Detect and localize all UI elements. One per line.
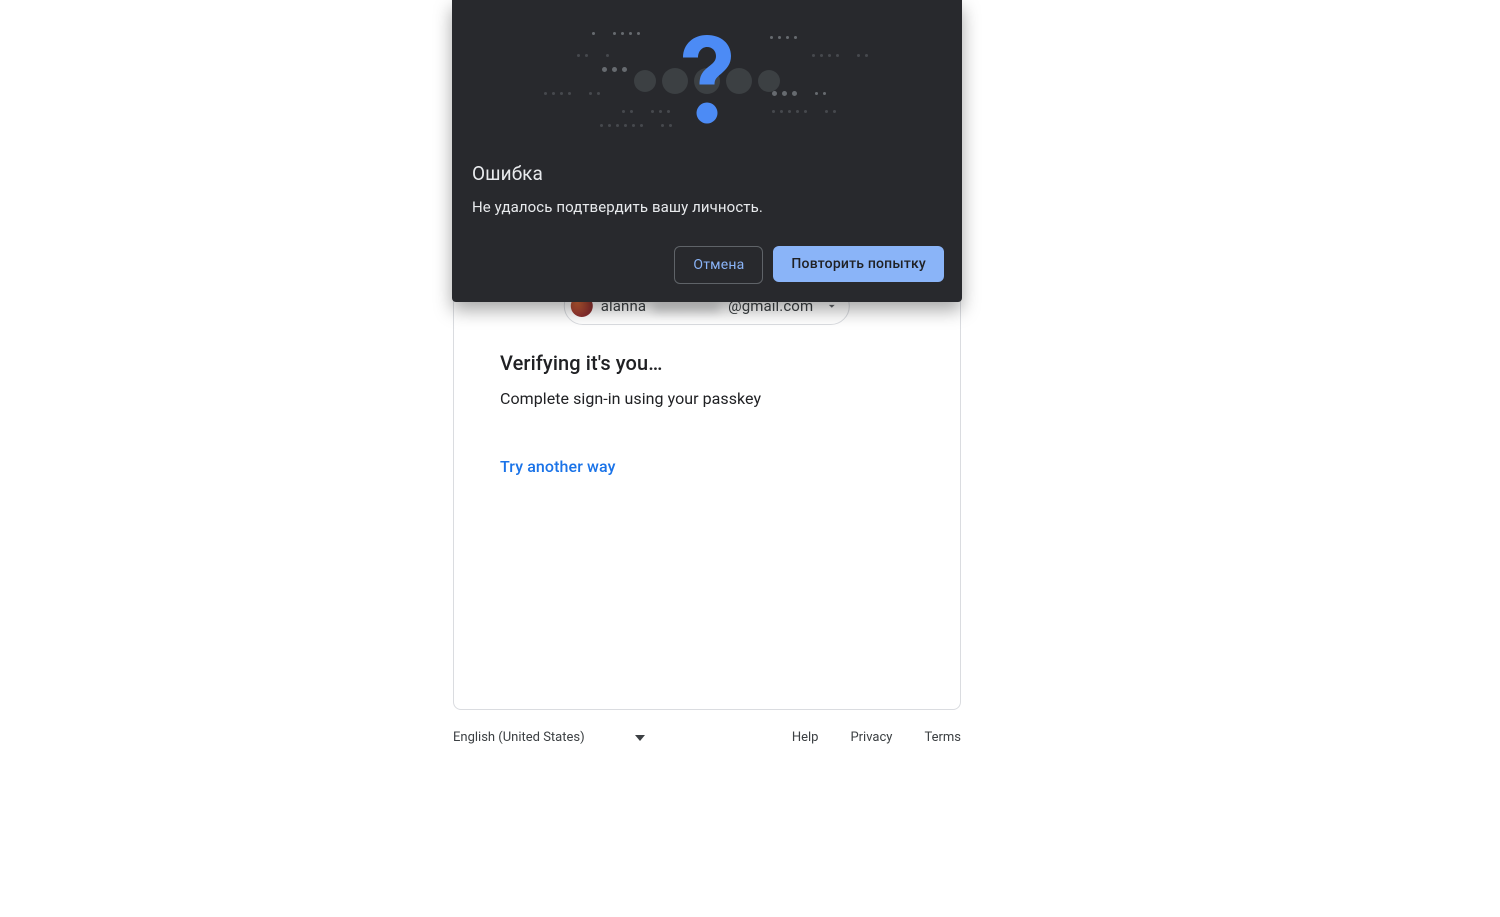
cancel-button[interactable]: Отмена xyxy=(674,246,763,284)
dialog-title: Ошибка xyxy=(472,162,543,185)
dialog-message: Не удалось подтвердить вашу личность. xyxy=(472,198,763,216)
footer: English (United States) Help Privacy Ter… xyxy=(453,730,961,745)
verify-title: Verifying it's you… xyxy=(500,351,662,375)
retry-button[interactable]: Повторить попытку xyxy=(773,246,944,282)
caret-down-icon xyxy=(635,735,645,741)
dialog-actions: Отмена Повторить попытку xyxy=(674,246,944,284)
language-selector[interactable]: English (United States) xyxy=(453,730,645,745)
verify-subtitle: Complete sign-in using your passkey xyxy=(500,389,761,408)
cancel-button-label: Отмена xyxy=(693,257,744,273)
language-label: English (United States) xyxy=(453,730,585,745)
retry-button-label: Повторить попытку xyxy=(791,256,926,272)
footer-link-terms[interactable]: Terms xyxy=(924,730,961,745)
try-another-way-link[interactable]: Try another way xyxy=(500,457,616,476)
footer-links: Help Privacy Terms xyxy=(792,730,961,745)
question-mark-icon xyxy=(677,32,737,132)
dialog-hero xyxy=(452,0,962,140)
footer-link-help[interactable]: Help xyxy=(792,730,819,745)
error-dialog: Ошибка Не удалось подтвердить вашу лично… xyxy=(452,0,962,302)
footer-link-privacy[interactable]: Privacy xyxy=(850,730,892,745)
